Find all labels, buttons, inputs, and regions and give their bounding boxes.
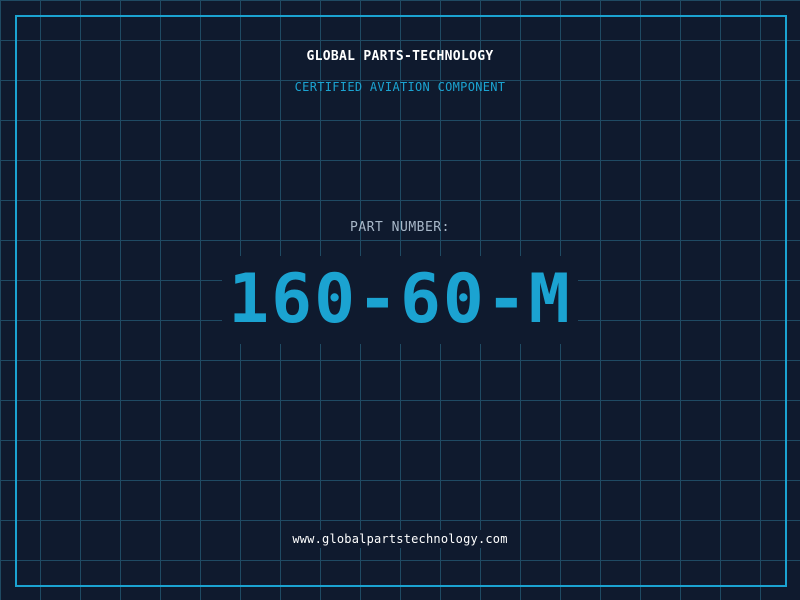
company-name: GLOBAL PARTS-TECHNOLOGY bbox=[306, 49, 494, 64]
website-link[interactable]: www.globalpartstechnology.com bbox=[286, 530, 514, 548]
certification-subtitle: CERTIFIED AVIATION COMPONENT bbox=[294, 80, 506, 94]
part-number-container: 160-60-M bbox=[0, 256, 800, 344]
website-container: www.globalpartstechnology.com bbox=[0, 528, 800, 548]
part-number-value: 160-60-M bbox=[222, 256, 578, 344]
part-number-label: PART NUMBER: bbox=[350, 220, 450, 235]
